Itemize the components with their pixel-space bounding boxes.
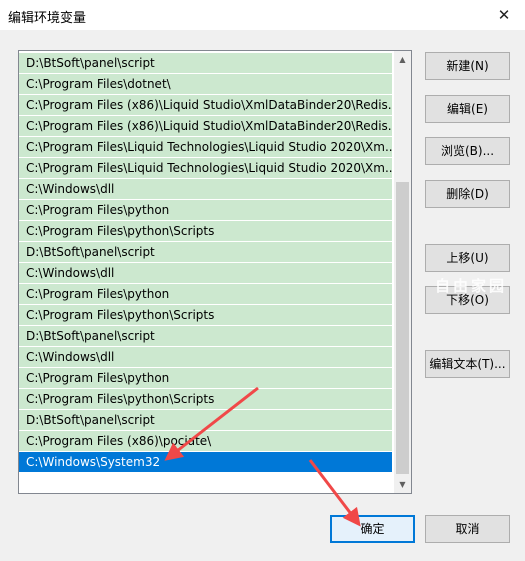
move-up-button[interactable]: 上移(U) xyxy=(425,244,510,272)
scroll-up-icon[interactable]: ▲ xyxy=(394,51,411,68)
path-list-item[interactable]: D:\BtSoft\panel\script xyxy=(19,410,392,430)
path-list-item[interactable]: C:\Program Files (x86)\Liquid Studio\Xml… xyxy=(19,116,392,136)
scroll-down-icon[interactable]: ▼ xyxy=(394,476,411,493)
path-list-item[interactable]: C:\Program Files\python\Scripts xyxy=(19,221,392,241)
scrollbar-thumb[interactable] xyxy=(396,182,409,474)
new-button[interactable]: 新建(N) xyxy=(425,52,510,80)
edit-text-button[interactable]: 编辑文本(T)... xyxy=(425,350,510,378)
title-bar: 编辑环境变量 ✕ xyxy=(0,0,525,30)
watermark: 自由家园 xyxy=(435,277,508,295)
browse-button[interactable]: 浏览(B)... xyxy=(425,137,510,165)
ok-button[interactable]: 确定 xyxy=(330,515,415,543)
vertical-scrollbar[interactable]: ▲ ▼ xyxy=(394,51,411,493)
path-list-item[interactable]: D:\BtSoft\panel\script xyxy=(19,326,392,346)
delete-button[interactable]: 删除(D) xyxy=(425,180,510,208)
path-list-item[interactable]: C:\Windows\dll xyxy=(19,263,392,283)
path-list-item[interactable]: C:\Program Files\python\Scripts xyxy=(19,389,392,409)
close-icon[interactable]: ✕ xyxy=(493,4,515,26)
path-list-item[interactable]: C:\Program Files (x86)\Liquid Studio\Xml… xyxy=(19,95,392,115)
path-list-item[interactable]: C:\Windows\dll xyxy=(19,179,392,199)
path-list-item[interactable]: C:\Windows\dll xyxy=(19,347,392,367)
path-list-item[interactable]: C:\Program Files\Liquid Technologies\Liq… xyxy=(19,137,392,157)
path-list-item[interactable]: C:\Program Files\dotnet\ xyxy=(19,74,392,94)
path-list-item[interactable]: C:\Program Files\python xyxy=(19,200,392,220)
path-list-item[interactable]: C:\Program Files\python xyxy=(19,284,392,304)
path-list-item[interactable]: C:\Program Files\python\Scripts xyxy=(19,305,392,325)
path-list-item[interactable]: C:\Program Files\Liquid Technologies\Liq… xyxy=(19,158,392,178)
path-list-item[interactable]: C:\Program Files (x86)\pociate\ xyxy=(19,431,392,451)
path-list[interactable]: D:\BtSoft\panel\script C:\Program Files\d… xyxy=(18,50,412,494)
edit-button[interactable]: 编辑(E) xyxy=(425,95,510,123)
path-list-item[interactable]: C:\Windows\System32 xyxy=(19,452,392,472)
path-list-item[interactable]: C:\Program Files\python xyxy=(19,368,392,388)
path-list-item[interactable]: D:\BtSoft\panel\script xyxy=(19,53,392,73)
window-title: 编辑环境变量 xyxy=(8,11,87,26)
path-list-item[interactable]: D:\BtSoft\panel\script xyxy=(19,242,392,262)
cancel-button[interactable]: 取消 xyxy=(425,515,510,543)
edit-env-variable-dialog: 编辑环境变量 ✕ D:\BtSoft\panel\script C:\Progra… xyxy=(0,0,525,561)
path-list-items: D:\BtSoft\panel\script C:\Program Files\d… xyxy=(19,53,392,473)
